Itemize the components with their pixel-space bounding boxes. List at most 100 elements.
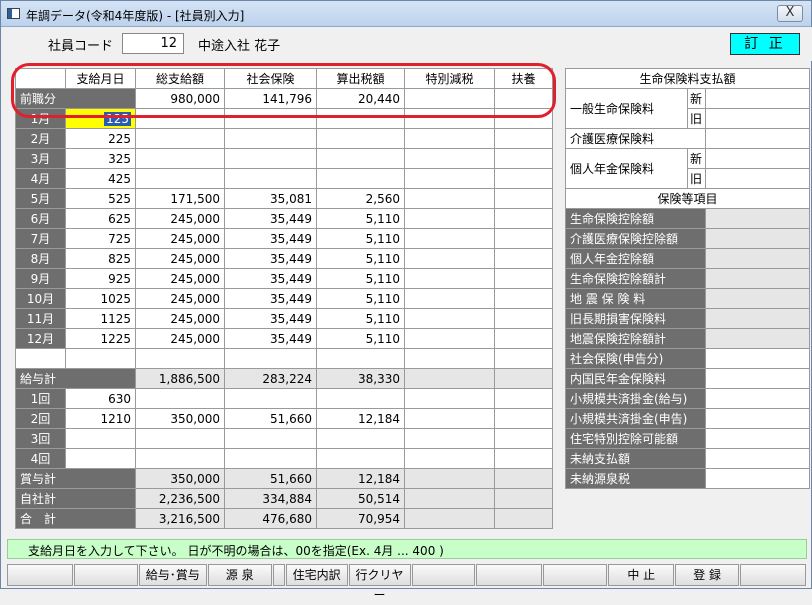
tax-cell[interactable] [316,108,405,129]
special-reduction-cell[interactable] [404,108,495,129]
insurance-cell[interactable]: 35,449 [224,228,317,249]
special-reduction-cell[interactable] [404,168,495,189]
pay-day-cell[interactable]: 1125 [65,308,136,329]
pay-day-cell[interactable]: 1225 [65,328,136,349]
insurance-item-value[interactable] [704,448,811,469]
special-reduction-cell[interactable] [404,308,495,329]
selected-value[interactable]: 125 [104,111,131,126]
dependents-cell[interactable] [494,188,553,209]
special-reduction-cell[interactable] [404,428,495,449]
insurance-item-value[interactable] [704,328,811,349]
pay-day-cell[interactable]: 925 [65,268,136,289]
cancel-button[interactable]: 中 止 [608,564,675,586]
gross-cell[interactable]: 980,000 [135,88,225,109]
salary-bonus-button[interactable]: 給与･賞与 [138,564,207,586]
insurance-item-value[interactable] [704,348,811,369]
tax-cell[interactable] [316,388,405,409]
dependents-cell[interactable] [494,108,553,129]
insurance-cell[interactable]: 51,660 [224,408,317,429]
insurance-item-value[interactable] [704,248,811,269]
dependents-cell[interactable] [494,288,553,309]
special-reduction-cell[interactable] [404,188,495,209]
dependents-cell[interactable] [494,88,553,109]
gross-cell[interactable] [135,148,225,169]
care-insurance-input[interactable] [704,128,811,149]
insurance-cell[interactable] [224,388,317,409]
pay-day-cell[interactable]: 525 [65,188,136,209]
pay-day-cell[interactable]: 225 [65,128,136,149]
insurance-cell[interactable]: 35,449 [224,328,317,349]
general-life-old-input[interactable] [704,108,811,129]
close-button[interactable]: X [777,5,803,22]
general-life-new-input[interactable] [704,88,811,109]
insurance-cell[interactable]: 35,449 [224,288,317,309]
dependents-cell[interactable] [494,148,553,169]
insurance-cell[interactable] [224,148,317,169]
employee-code-input[interactable]: 12 [122,33,184,54]
insurance-cell[interactable] [224,428,317,449]
insurance-item-value[interactable] [704,208,811,229]
pay-day-cell[interactable]: 425 [65,168,136,189]
dependents-cell[interactable] [494,248,553,269]
tax-cell[interactable]: 5,110 [316,308,405,329]
special-reduction-cell[interactable] [404,328,495,349]
pay-day-cell[interactable] [65,448,136,469]
pay-day-cell[interactable]: 1025 [65,288,136,309]
dependents-cell[interactable] [494,208,553,229]
pay-day-cell[interactable]: 125 [65,108,136,129]
tax-cell[interactable]: 5,110 [316,328,405,349]
special-reduction-cell[interactable] [404,388,495,409]
special-reduction-cell[interactable] [404,408,495,429]
tax-cell[interactable] [316,448,405,469]
gross-cell[interactable]: 245,000 [135,208,225,229]
function-key-empty[interactable] [73,564,138,586]
insurance-cell[interactable] [224,448,317,469]
insurance-cell[interactable]: 35,449 [224,248,317,269]
special-reduction-cell[interactable] [404,228,495,249]
tax-cell[interactable] [316,128,405,149]
tax-cell[interactable] [316,148,405,169]
function-key-empty[interactable] [411,564,476,586]
special-reduction-cell[interactable] [404,88,495,109]
tax-cell[interactable] [316,428,405,449]
dependents-cell[interactable] [494,328,553,349]
gross-cell[interactable]: 245,000 [135,308,225,329]
insurance-item-value[interactable] [704,388,811,409]
gross-cell[interactable]: 245,000 [135,248,225,269]
tax-cell[interactable]: 5,110 [316,268,405,289]
insurance-cell[interactable] [224,168,317,189]
dependents-cell[interactable] [494,428,553,449]
dependents-cell[interactable] [494,128,553,149]
gross-cell[interactable]: 245,000 [135,328,225,349]
dependents-cell[interactable] [494,448,553,469]
insurance-cell[interactable]: 35,449 [224,308,317,329]
pay-day-cell[interactable] [65,428,136,449]
row-clear-button[interactable]: 行クリヤー [348,564,411,602]
gross-cell[interactable] [135,128,225,149]
special-reduction-cell[interactable] [404,208,495,229]
insurance-cell[interactable]: 35,449 [224,208,317,229]
function-key-empty[interactable] [740,564,807,586]
tax-cell[interactable]: 12,184 [316,408,405,429]
insurance-cell[interactable] [224,108,317,129]
special-reduction-cell[interactable] [404,448,495,469]
gross-cell[interactable] [135,388,225,409]
tax-cell[interactable]: 5,110 [316,228,405,249]
gross-cell[interactable] [135,428,225,449]
pay-day-cell[interactable]: 325 [65,148,136,169]
tax-cell[interactable]: 20,440 [316,88,405,109]
gross-cell[interactable] [135,108,225,129]
dependents-cell[interactable] [494,408,553,429]
register-button[interactable]: 登 録 [675,564,740,586]
special-reduction-cell[interactable] [404,288,495,309]
insurance-item-value[interactable] [704,408,811,429]
special-reduction-cell[interactable] [404,268,495,289]
insurance-cell[interactable]: 141,796 [224,88,317,109]
insurance-cell[interactable]: 35,081 [224,188,317,209]
special-reduction-cell[interactable] [404,148,495,169]
tax-cell[interactable]: 2,560 [316,188,405,209]
gross-cell[interactable]: 245,000 [135,228,225,249]
pay-day-cell[interactable]: 725 [65,228,136,249]
tax-cell[interactable]: 5,110 [316,208,405,229]
dependents-cell[interactable] [494,308,553,329]
